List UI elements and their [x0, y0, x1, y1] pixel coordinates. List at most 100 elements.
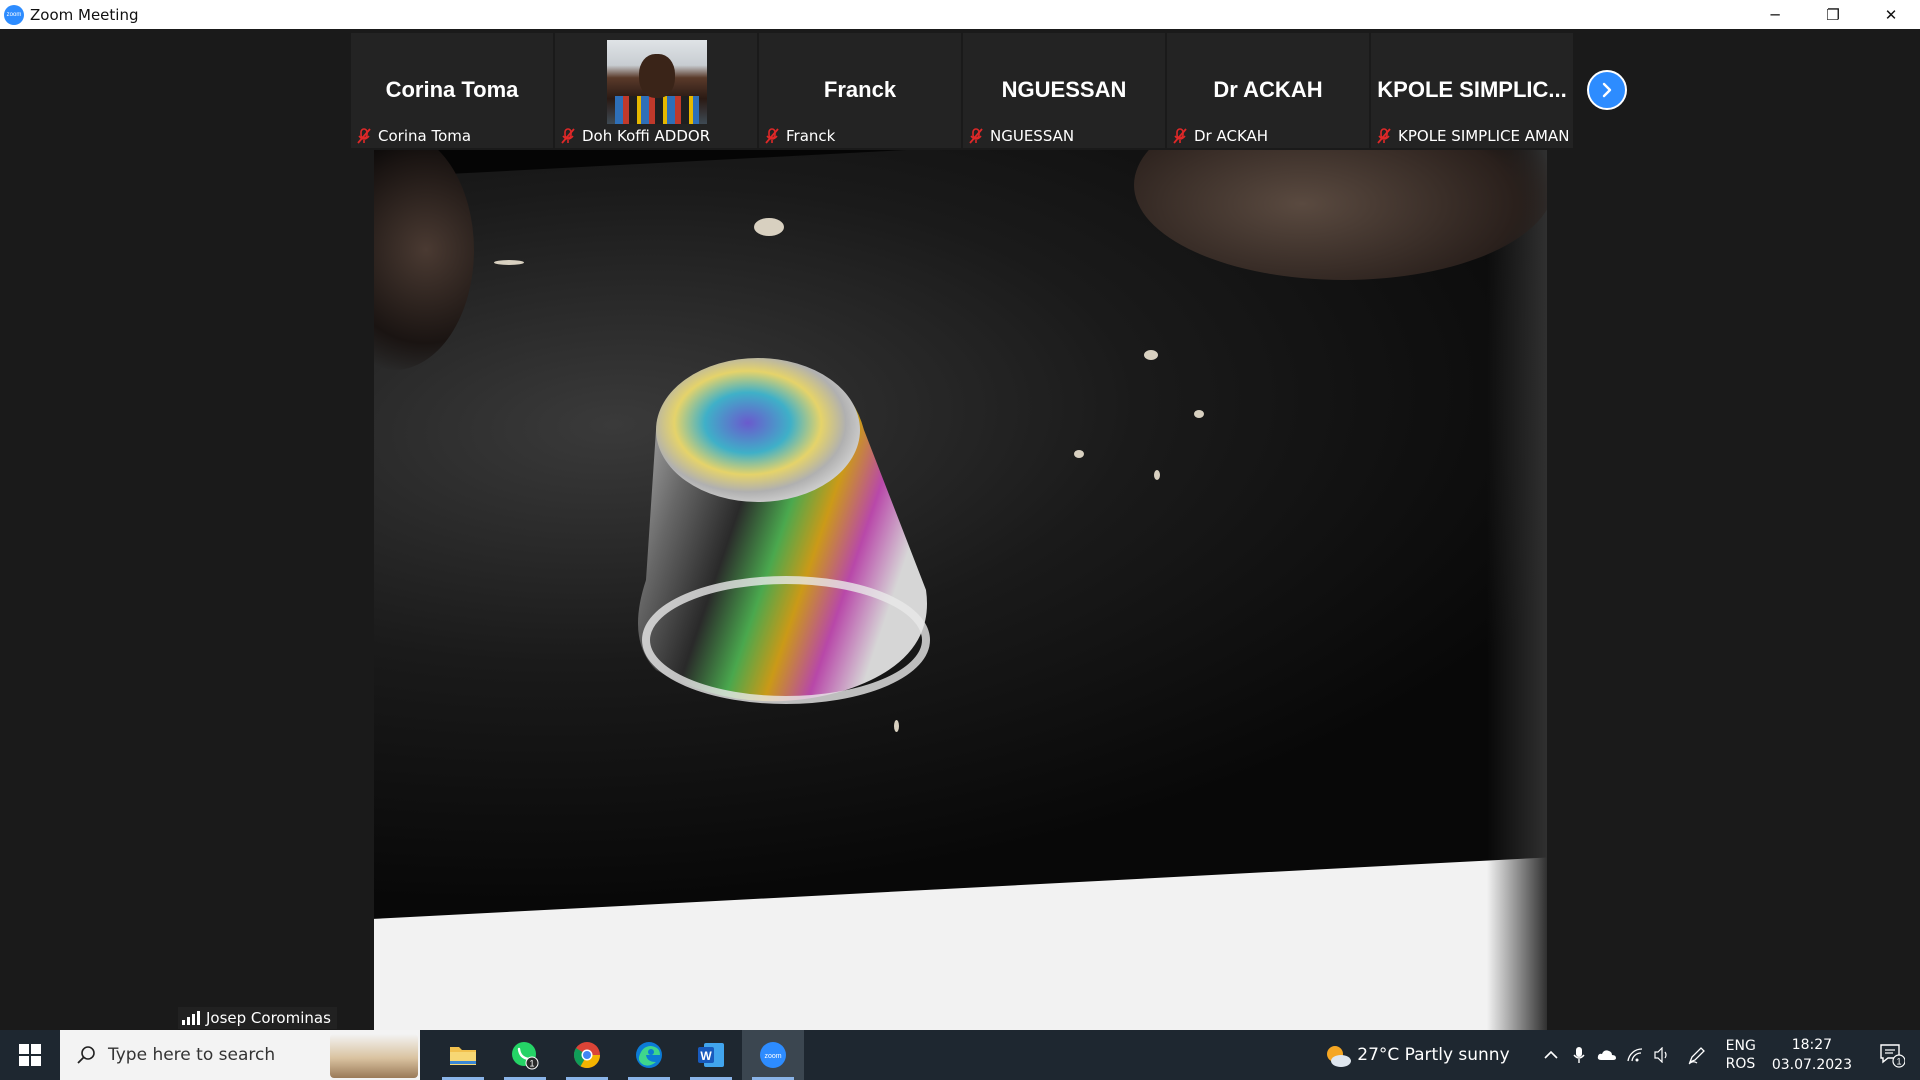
participant-tile[interactable]: NGUESSAN NGUESSAN [963, 33, 1165, 148]
wifi-icon [1627, 1048, 1642, 1062]
video-speck [494, 260, 524, 265]
video-speck [1154, 470, 1160, 480]
clock-date: 03.07.2023 [1771, 1057, 1852, 1073]
participant-display-name: Corina Toma [385, 77, 519, 102]
participant-label: Franck [763, 127, 835, 145]
chrome-button[interactable] [556, 1030, 618, 1080]
next-page-button[interactable] [1587, 70, 1627, 110]
participant-display-name: Dr ACKAH [1213, 77, 1323, 102]
video-shadow [1487, 150, 1547, 1030]
mic-muted-icon [355, 127, 373, 145]
taskbar-clock[interactable]: 18:27 03.07.2023 [1772, 1035, 1852, 1075]
clock-time: 18:27 [1791, 1037, 1833, 1053]
weather-widget[interactable]: 27°C Partly sunny [1323, 1042, 1510, 1068]
pen-tray-button[interactable] [1684, 1045, 1710, 1065]
windows-taskbar: Type here to search 1 W zoom 27°C Partly… [0, 1030, 1920, 1080]
input-language-indicator[interactable]: ENG ROS [1726, 1037, 1756, 1073]
keyboard-layout: ROS [1725, 1056, 1756, 1072]
video-cup [638, 358, 930, 704]
zoom-icon: zoom [760, 1042, 786, 1068]
search-placeholder: Type here to search [108, 1045, 276, 1065]
speaker-icon [1654, 1047, 1667, 1063]
language-code: ENG [1725, 1038, 1756, 1054]
participant-tile[interactable]: Dr ACKAH Dr ACKAH [1167, 33, 1369, 148]
zoom-icon-text: zoom [764, 1053, 781, 1060]
show-hidden-icons-button[interactable] [1538, 1050, 1564, 1060]
chrome-icon [573, 1042, 601, 1069]
zoom-logo-icon: zoom [4, 4, 24, 25]
participant-face [639, 54, 675, 98]
chevron-up-icon [1544, 1050, 1558, 1059]
zoom-taskbar-button[interactable]: zoom [742, 1030, 804, 1080]
participant-name: Corina Toma [378, 127, 472, 145]
edge-icon [636, 1042, 662, 1068]
cloud-icon [1597, 1050, 1616, 1060]
video-speck [894, 720, 899, 732]
participant-video [607, 40, 707, 124]
pen-icon [1688, 1047, 1705, 1065]
whatsapp-button[interactable]: 1 [494, 1030, 556, 1080]
taskbar-search-input[interactable]: Type here to search [60, 1030, 420, 1080]
mic-muted-icon [1375, 127, 1393, 145]
whatsapp-icon: 1 [512, 1042, 539, 1070]
volume-tray-button[interactable] [1650, 1047, 1676, 1063]
participant-tile[interactable]: KPOLE SIMPLIC... KPOLE SIMPLICE AMAN [1371, 33, 1573, 148]
signal-strength-icon [182, 1011, 200, 1025]
notification-center-button[interactable]: 1 [1874, 1042, 1910, 1068]
participant-label: NGUESSAN [967, 127, 1074, 145]
mic-muted-icon [1171, 127, 1189, 145]
participant-label: Doh Koffi ADDOR [559, 127, 710, 145]
mic-muted-icon [967, 127, 985, 145]
windows-logo-icon [19, 1044, 41, 1066]
video-speck [1194, 410, 1204, 418]
onedrive-tray-button[interactable] [1594, 1049, 1620, 1061]
search-highlight-image [330, 1034, 418, 1078]
microphone-icon [1573, 1047, 1585, 1063]
participant-label: Dr ACKAH [1171, 127, 1268, 145]
active-speaker-name: Josep Corominas [206, 1009, 331, 1027]
search-icon [77, 1046, 95, 1064]
participant-shirt [615, 96, 699, 124]
restore-button[interactable]: ❐ [1804, 0, 1862, 29]
word-letter: W [700, 1049, 712, 1063]
participant-name: Doh Koffi ADDOR [582, 127, 711, 145]
close-button[interactable]: ✕ [1862, 0, 1920, 29]
participant-tile[interactable]: Doh Koffi ADDOR [555, 33, 757, 148]
participant-display-name: KPOLE SIMPLIC... [1377, 77, 1567, 102]
folder-icon [450, 1047, 476, 1065]
word-button[interactable]: W [680, 1030, 742, 1080]
participant-tile[interactable]: Corina Toma Corina Toma [351, 33, 553, 148]
mic-muted-icon [763, 127, 781, 145]
participant-display-name: NGUESSAN [1001, 77, 1127, 102]
file-explorer-button[interactable] [432, 1030, 494, 1080]
participant-label: KPOLE SIMPLICE AMAN [1375, 127, 1569, 145]
participant-tile[interactable]: Franck Franck [759, 33, 961, 148]
network-tray-button[interactable] [1622, 1047, 1648, 1063]
notification-count: 1 [1896, 1057, 1901, 1067]
mic-muted-icon [559, 127, 577, 145]
active-speaker-label: Josep Corominas [178, 1007, 337, 1029]
participant-name: Dr ACKAH [1194, 127, 1269, 145]
start-button[interactable] [0, 1030, 60, 1080]
weather-text: 27°C Partly sunny [1357, 1045, 1510, 1065]
pinned-apps: 1 W zoom [432, 1030, 804, 1080]
participant-label: Corina Toma [355, 127, 471, 145]
system-tray: 27°C Partly sunny ENG ROS 18:27 03.07.20… [1323, 1030, 1920, 1080]
participant-display-name: Franck [823, 77, 897, 102]
title-bar: zoom Zoom Meeting ─ ❐ ✕ [0, 0, 1920, 29]
participant-name: KPOLE SIMPLICE AMAN [1398, 127, 1570, 145]
participant-name: NGUESSAN [990, 127, 1075, 145]
window-controls: ─ ❐ ✕ [1746, 0, 1920, 29]
video-speck [1074, 450, 1084, 458]
window-title: Zoom Meeting [30, 5, 139, 24]
whatsapp-badge: 1 [529, 1059, 534, 1069]
partly-sunny-icon [1323, 1042, 1352, 1068]
microphone-tray-button[interactable] [1566, 1046, 1592, 1064]
notification-icon: 1 [1880, 1044, 1905, 1068]
video-speck [1144, 350, 1158, 360]
edge-button[interactable] [618, 1030, 680, 1080]
minimize-button[interactable]: ─ [1746, 0, 1804, 29]
active-speaker-video[interactable] [374, 150, 1547, 1030]
participant-name: Franck [786, 127, 836, 145]
word-icon: W [698, 1043, 724, 1067]
